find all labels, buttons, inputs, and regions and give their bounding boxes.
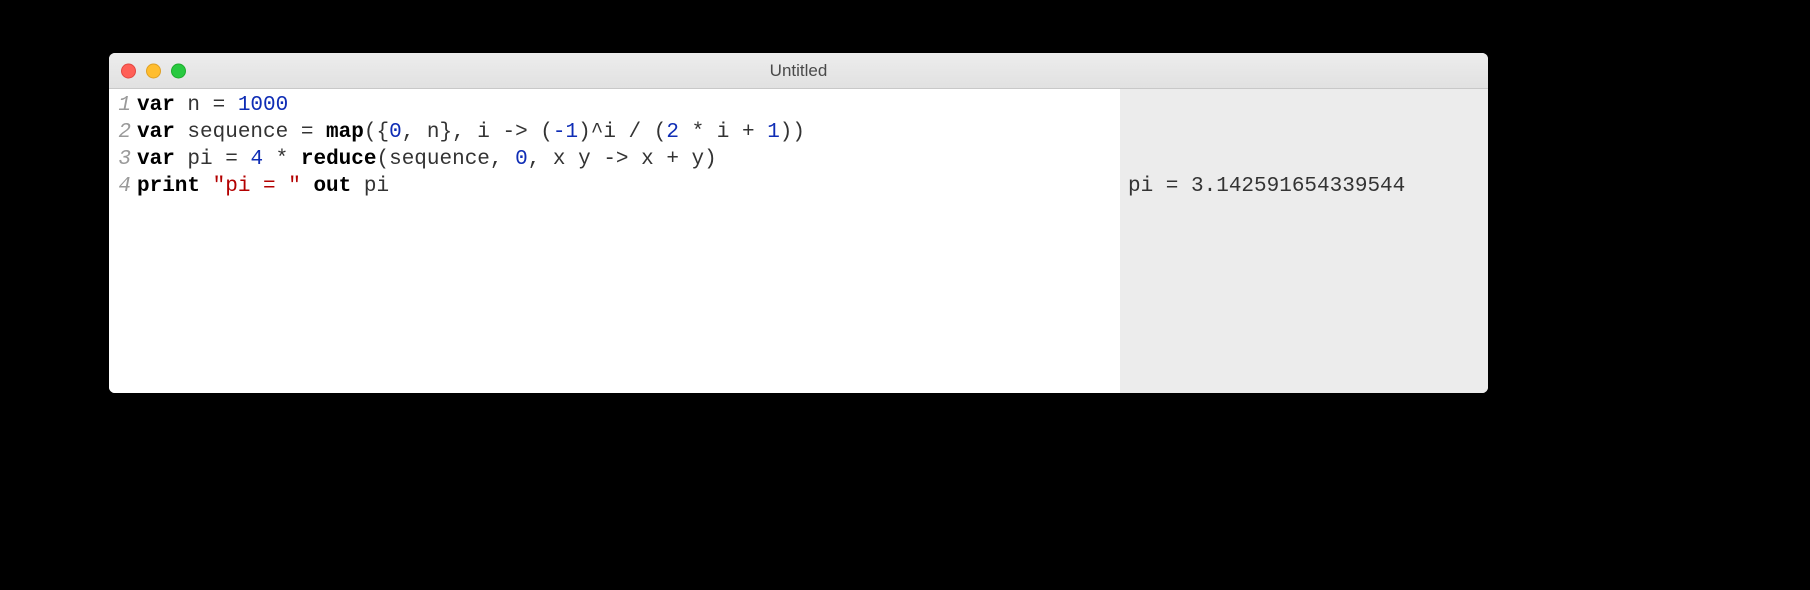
titlebar[interactable]: Untitled bbox=[109, 53, 1488, 89]
line-number: 2 bbox=[109, 119, 137, 146]
code-line: 3 var pi = 4 * reduce(sequence, 0, x y -… bbox=[109, 146, 1120, 173]
code-line: 1 var n = 1000 bbox=[109, 92, 1120, 119]
code-editor[interactable]: 1 var n = 1000 2 var sequence = map({0, … bbox=[109, 89, 1120, 393]
code-text[interactable]: print "pi = " out pi bbox=[137, 173, 389, 200]
line-number: 1 bbox=[109, 92, 137, 119]
code-line: 4 print "pi = " out pi bbox=[109, 173, 1120, 200]
line-number: 4 bbox=[109, 173, 137, 200]
code-text[interactable]: var pi = 4 * reduce(sequence, 0, x y -> … bbox=[137, 146, 717, 173]
output-line: pi = 3.142591654339544 bbox=[1128, 173, 1488, 200]
window-title: Untitled bbox=[770, 61, 828, 81]
code-text[interactable]: var sequence = map({0, n}, i -> (-1)^i /… bbox=[137, 119, 805, 146]
output-line bbox=[1128, 119, 1488, 146]
output-line bbox=[1128, 92, 1488, 119]
app-window: Untitled 1 var n = 1000 2 var sequence =… bbox=[109, 53, 1488, 393]
close-icon[interactable] bbox=[121, 63, 136, 78]
code-text[interactable]: var n = 1000 bbox=[137, 92, 288, 119]
content-area: 1 var n = 1000 2 var sequence = map({0, … bbox=[109, 89, 1488, 393]
zoom-icon[interactable] bbox=[171, 63, 186, 78]
line-number: 3 bbox=[109, 146, 137, 173]
output-panel: pi = 3.142591654339544 bbox=[1120, 89, 1488, 393]
code-line: 2 var sequence = map({0, n}, i -> (-1)^i… bbox=[109, 119, 1120, 146]
output-line bbox=[1128, 146, 1488, 173]
traffic-lights bbox=[121, 63, 186, 78]
minimize-icon[interactable] bbox=[146, 63, 161, 78]
